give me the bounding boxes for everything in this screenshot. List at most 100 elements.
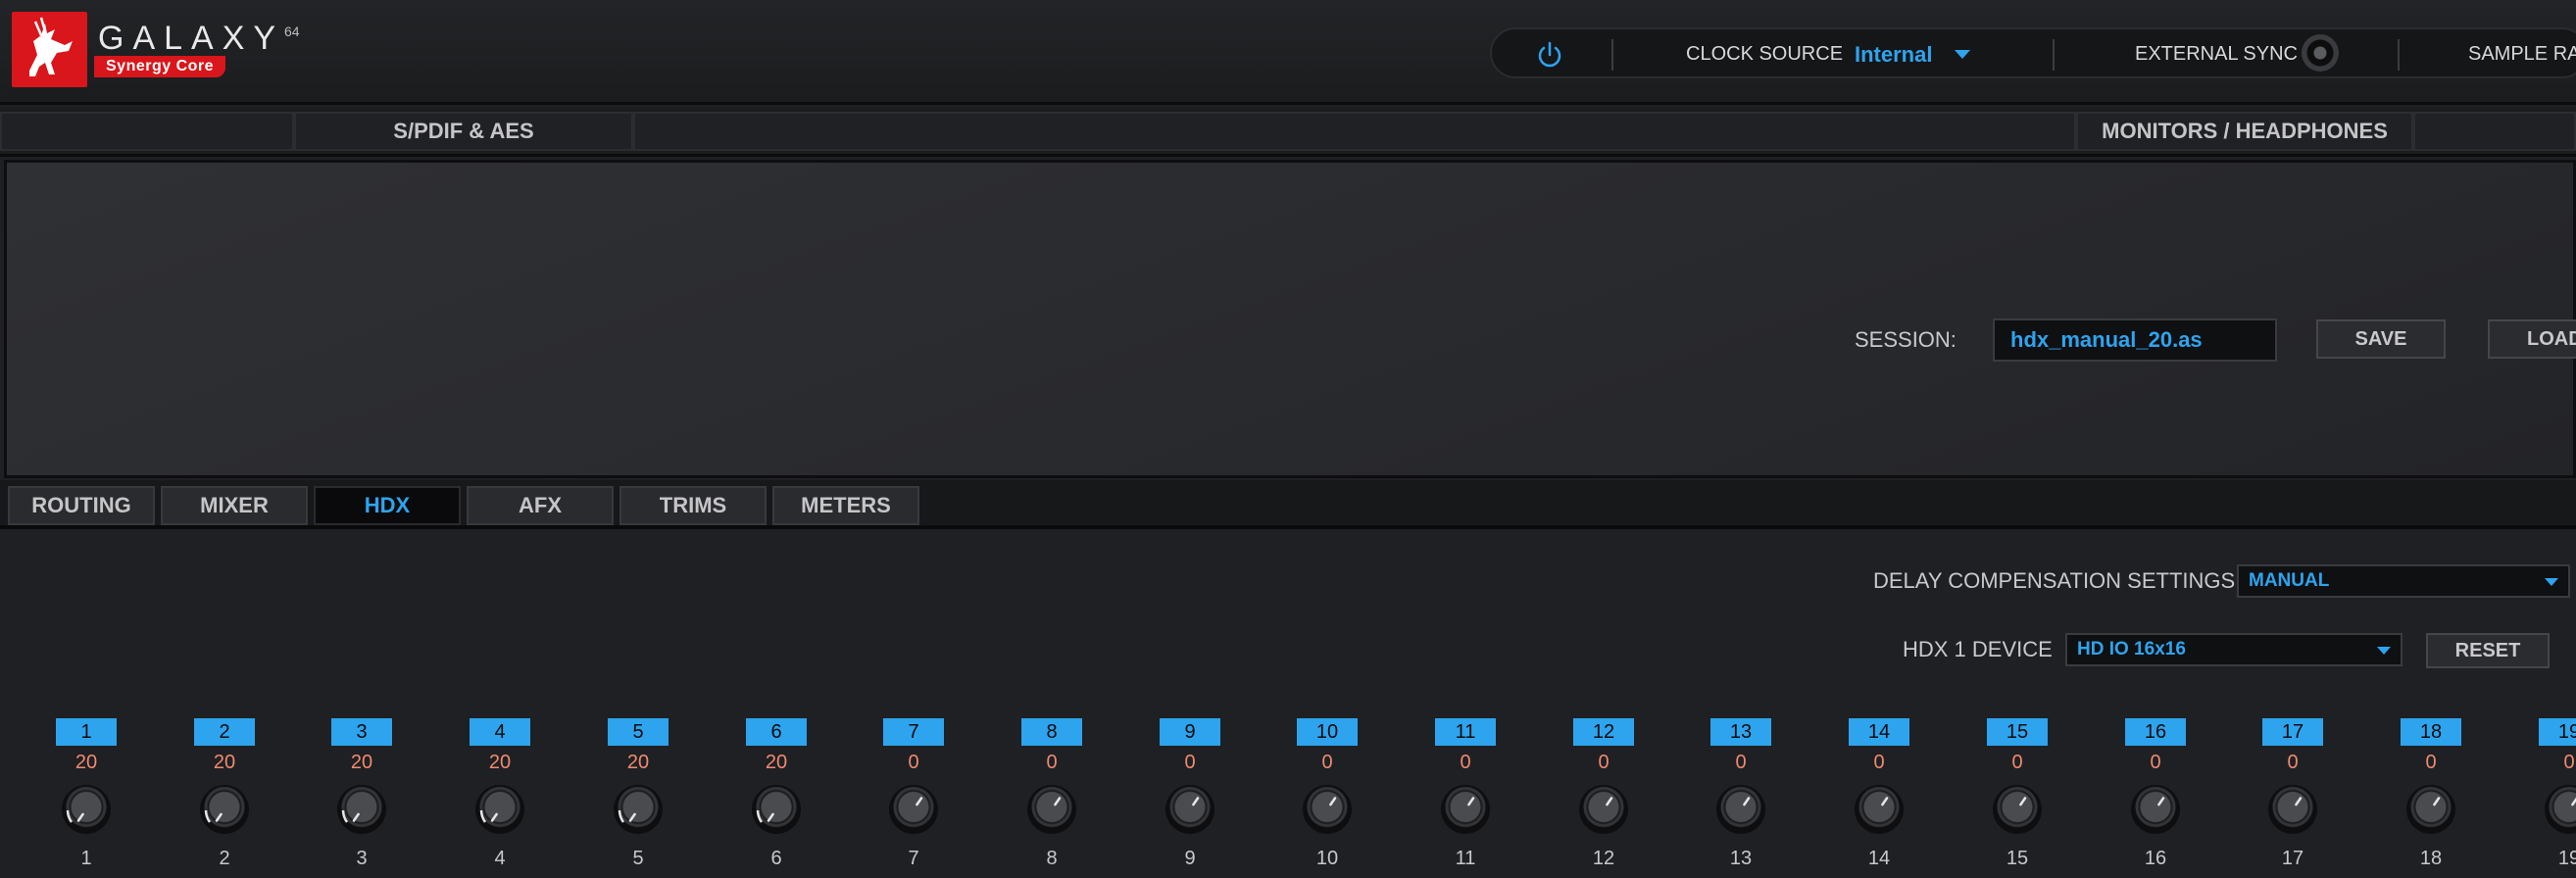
channel-badge: 10 xyxy=(1297,718,1358,746)
power-icon[interactable] xyxy=(1535,40,1564,70)
channel-label: 10 xyxy=(1315,848,1339,869)
knob-icon[interactable] xyxy=(1027,785,1076,834)
channel-delay-value: 0 xyxy=(1184,752,1196,773)
tab-afx[interactable]: AFX xyxy=(467,486,614,525)
tab-routing[interactable]: ROUTING xyxy=(8,486,155,525)
channel-strip: 9 0 9 xyxy=(1160,718,1222,875)
channel-delay-value: 20 xyxy=(488,752,512,773)
load-button[interactable]: LOAD xyxy=(2488,319,2576,359)
top-header: GALAXY 64 Synergy Core CLOCK SOURCE Inte… xyxy=(0,0,2576,105)
chevron-down-icon[interactable] xyxy=(1955,50,1970,59)
channel-label: 19 xyxy=(2557,848,2576,869)
channel-label: 7 xyxy=(908,848,919,869)
tab-hdx[interactable]: HDX xyxy=(314,486,461,525)
tab-meters[interactable]: METERS xyxy=(772,486,919,525)
knob-icon[interactable] xyxy=(62,785,111,834)
channel-badge: 4 xyxy=(470,718,530,746)
channel-delay-value: 20 xyxy=(626,752,650,773)
knob-icon[interactable] xyxy=(2406,785,2455,834)
knob-icon[interactable] xyxy=(614,785,663,834)
io-section-bar: S/PDIF & AES MONITORS / HEADPHONES xyxy=(0,108,2576,157)
tab-monitors-headphones[interactable]: MONITORS / HEADPHONES xyxy=(2076,112,2413,151)
chevron-down-icon[interactable] xyxy=(2545,578,2558,586)
tab-trims[interactable]: TRIMS xyxy=(619,486,767,525)
chevron-down-icon[interactable] xyxy=(2377,647,2391,655)
tab-spdif-aes[interactable]: S/PDIF & AES xyxy=(294,112,633,151)
sample-rate-label: SAMPLE RA xyxy=(2468,43,2576,65)
channel-strip: 7 0 7 xyxy=(883,718,946,875)
save-button[interactable]: SAVE xyxy=(2316,319,2446,359)
channel-badge: 18 xyxy=(2401,718,2461,746)
io-section-blank xyxy=(0,112,294,151)
channel-label: 9 xyxy=(1184,848,1196,869)
channel-badge: 12 xyxy=(1573,718,1634,746)
knob-icon[interactable] xyxy=(1993,785,2042,834)
channel-strip: 19 0 19 xyxy=(2539,718,2576,875)
channel-label: 12 xyxy=(1592,848,1615,869)
knob-icon[interactable] xyxy=(200,785,249,834)
channel-strip: 3 20 3 xyxy=(331,718,394,875)
hdx-device-select[interactable]: HD IO 16x16 xyxy=(2065,633,2403,666)
channel-label: 2 xyxy=(219,848,230,869)
channel-strip: 2 20 2 xyxy=(194,718,257,875)
knob-icon[interactable] xyxy=(1855,785,1904,834)
brand-superscript: 64 xyxy=(284,24,300,39)
knob-icon[interactable] xyxy=(1165,785,1214,834)
channel-delay-value: 0 xyxy=(1735,752,1747,773)
channel-label: 11 xyxy=(1455,848,1476,869)
channel-strip: 5 20 5 xyxy=(608,718,670,875)
channel-strip: 14 0 14 xyxy=(1849,718,1911,875)
channel-badge: 16 xyxy=(2125,718,2186,746)
channel-label: 6 xyxy=(770,848,782,869)
hdx-device-label: HDX 1 DEVICE xyxy=(1903,637,2053,661)
knob-icon[interactable] xyxy=(337,785,386,834)
delay-compensation-select[interactable]: MANUAL xyxy=(2237,564,2570,598)
channel-label: 1 xyxy=(80,848,92,869)
channel-badge: 2 xyxy=(194,718,255,746)
channel-badge: 3 xyxy=(331,718,392,746)
tab-mixer[interactable]: MIXER xyxy=(161,486,308,525)
channel-badge: 14 xyxy=(1849,718,1909,746)
channel-strip: 6 20 6 xyxy=(746,718,809,875)
channel-delay-value: 0 xyxy=(1598,752,1610,773)
knob-icon[interactable] xyxy=(2131,785,2180,834)
channel-strip: 18 0 18 xyxy=(2401,718,2463,875)
knob-icon[interactable] xyxy=(1303,785,1352,834)
knob-icon[interactable] xyxy=(1441,785,1490,834)
channel-badge: 19 xyxy=(2539,718,2576,746)
channel-strip: 15 0 15 xyxy=(1987,718,2050,875)
channel-label: 15 xyxy=(2006,848,2029,869)
channel-delay-value: 0 xyxy=(1873,752,1885,773)
channel-badge: 9 xyxy=(1160,718,1220,746)
channel-badge: 5 xyxy=(608,718,669,746)
channel-delay-value: 0 xyxy=(2425,752,2437,773)
channel-badge: 13 xyxy=(1710,718,1771,746)
status-bar: CLOCK SOURCE Internal EXTERNAL SYNC SAMP… xyxy=(1490,27,2576,78)
io-section-blank xyxy=(2413,112,2576,151)
channel-label: 8 xyxy=(1046,848,1058,869)
channel-delay-value: 20 xyxy=(213,752,236,773)
channel-delay-value: 0 xyxy=(2011,752,2023,773)
knob-icon[interactable] xyxy=(2268,785,2317,834)
divider xyxy=(1611,39,1613,71)
channel-delay-value: 20 xyxy=(350,752,373,773)
knob-icon[interactable] xyxy=(1579,785,1628,834)
session-name-input[interactable]: hdx_manual_20.as xyxy=(1993,318,2277,362)
delay-compensation-value: MANUAL xyxy=(2249,570,2330,591)
channel-label: 4 xyxy=(494,848,506,869)
clock-source-value[interactable]: Internal xyxy=(1855,42,1932,68)
channel-delay-value: 0 xyxy=(908,752,919,773)
knob-icon[interactable] xyxy=(752,785,801,834)
external-sync-label: EXTERNAL SYNC xyxy=(2135,43,2298,65)
knob-icon[interactable] xyxy=(889,785,938,834)
knob-icon[interactable] xyxy=(475,785,524,834)
knob-icon[interactable] xyxy=(2545,785,2576,834)
channel-delay-value: 20 xyxy=(74,752,98,773)
knob-icon[interactable] xyxy=(1716,785,1765,834)
sync-indicator-icon[interactable] xyxy=(2302,34,2339,72)
channel-badge: 17 xyxy=(2262,718,2323,746)
reset-button[interactable]: RESET xyxy=(2426,633,2550,668)
main-tabs: ROUTING MIXER HDX AFX TRIMS METERS xyxy=(0,480,2576,529)
channel-label: 16 xyxy=(2144,848,2167,869)
channel-strip: 10 0 10 xyxy=(1297,718,1360,875)
